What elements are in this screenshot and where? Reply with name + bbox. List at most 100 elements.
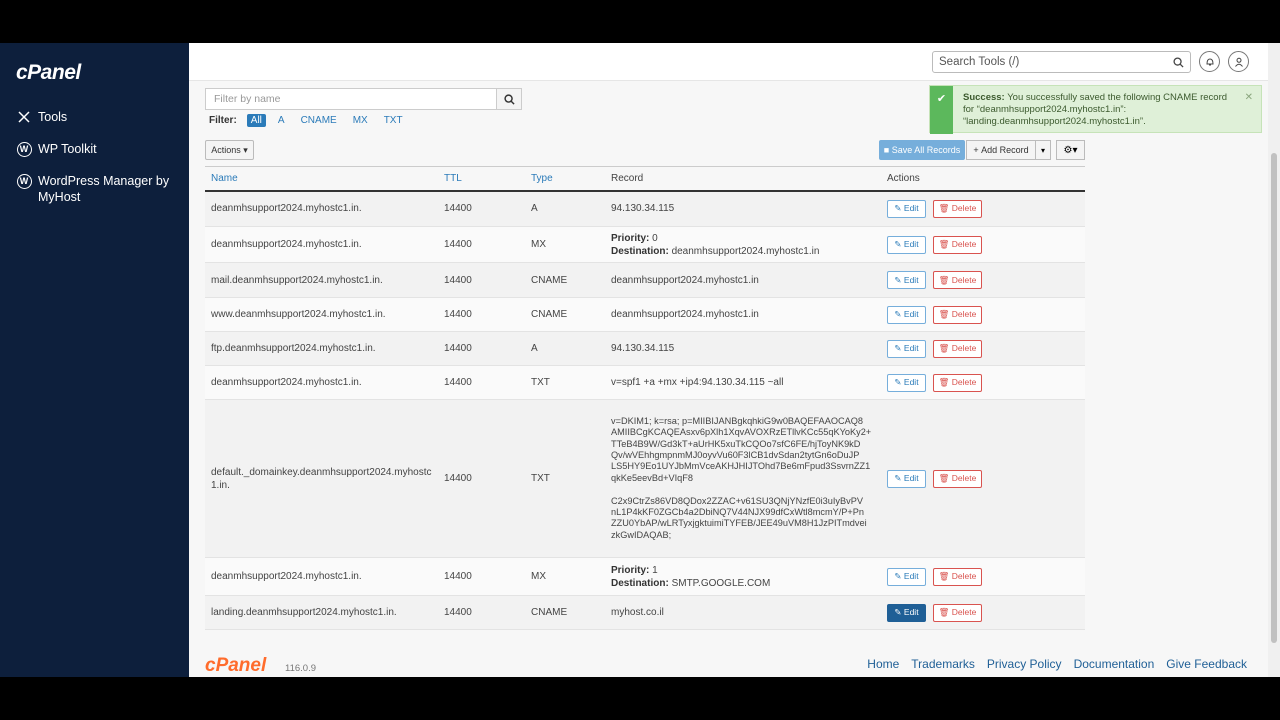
column-header-type[interactable]: Type (525, 166, 605, 192)
delete-button[interactable]: 🗑 Delete (933, 567, 982, 586)
record-ttl: 14400 (438, 399, 525, 558)
edit-button[interactable]: ✎ Edit (887, 235, 926, 254)
settings-gear-button[interactable]: ⚙▾ (1056, 140, 1085, 160)
record-name: mail.deanmhsupport2024.myhostc1.in. (205, 262, 438, 298)
footer-link-trademarks[interactable]: Trademarks (911, 657, 975, 671)
footer-cpanel-logo: cPanel (205, 655, 267, 676)
record-ttl: 14400 (438, 331, 525, 366)
priority-value: 0 (652, 232, 658, 244)
delete-button[interactable]: 🗑 Delete (933, 271, 982, 289)
delete-button[interactable]: 🗑 Delete (933, 199, 982, 218)
main-area: Search Tools (/) Filter by name Filter: … (189, 43, 1268, 677)
search-icon (503, 93, 515, 105)
footer-links: Home Trademarks Privacy Policy Documenta… (867, 657, 1247, 671)
edit-label: Edit (903, 607, 919, 617)
save-all-records-button[interactable]: ■ Save All Records (879, 140, 965, 160)
priority-value: 1 (652, 564, 658, 576)
priority-label: Priority: (611, 564, 650, 576)
row-actions: ✎ Edit 🗑 Delete (881, 190, 1085, 227)
row-actions: ✎ Edit 🗑 Delete (881, 399, 1085, 558)
delete-button[interactable]: 🗑 Delete (933, 235, 982, 254)
delete-label: Delete (951, 571, 977, 581)
record-ttl: 14400 (438, 365, 525, 400)
cpanel-window: cPanel Tools W WP Toolkit W WordPress Ma… (0, 43, 1280, 677)
footer-link-home[interactable]: Home (867, 657, 899, 671)
close-icon[interactable]: ✕ (1245, 92, 1253, 103)
table-row: www.deanmhsupport2024.myhostc1.in. 14400… (205, 297, 1085, 332)
delete-button[interactable]: 🗑 Delete (933, 305, 982, 324)
record-name: ftp.deanmhsupport2024.myhostc1.in. (205, 331, 438, 366)
record-ttl: 14400 (438, 262, 525, 298)
add-record-dropdown-button[interactable]: ▾ (1035, 140, 1051, 160)
filter-by-name-input[interactable]: Filter by name (205, 88, 497, 110)
table-row: deanmhsupport2024.myhostc1.in. 14400 MX … (205, 557, 1085, 596)
row-actions: ✎ Edit 🗑 Delete (881, 297, 1085, 332)
filter-chip-cname[interactable]: CNAME (297, 114, 341, 127)
edit-button[interactable]: ✎ Edit (887, 339, 926, 358)
delete-label: Delete (951, 377, 977, 387)
edit-label: Edit (903, 473, 919, 483)
sidebar-item-tools[interactable]: Tools (0, 105, 189, 129)
table-row: deanmhsupport2024.myhostc1.in. 14400 TXT… (205, 365, 1085, 400)
edit-label: Edit (903, 343, 919, 353)
edit-button[interactable]: ✎ Edit (887, 469, 926, 488)
delete-button[interactable]: 🗑 Delete (933, 373, 982, 392)
record-type: CNAME (525, 595, 605, 630)
sidebar-item-wordpress-manager[interactable]: W WordPress Manager by MyHost (0, 169, 189, 209)
vertical-scrollbar[interactable] (1268, 43, 1280, 677)
edit-button[interactable]: ✎ Edit (887, 567, 926, 586)
dkim-line: ZZU0YbAP/wLRTyxjgktuimiTYFEB/JEE49uVM8H1… (611, 518, 867, 529)
notifications-bell-icon[interactable] (1199, 51, 1220, 72)
footer-link-documentation[interactable]: Documentation (1074, 657, 1155, 671)
sidebar-item-label: Tools (38, 110, 68, 124)
record-name: deanmhsupport2024.myhostc1.in. (205, 190, 438, 227)
sidebar-item-wp-toolkit[interactable]: W WP Toolkit (0, 137, 189, 161)
cpanel-logo[interactable]: cPanel (16, 61, 81, 85)
search-tools-input[interactable]: Search Tools (/) (932, 51, 1191, 73)
edit-button[interactable]: ✎ Edit (887, 305, 926, 324)
record-type: MX (525, 557, 605, 596)
delete-button[interactable]: 🗑 Delete (933, 339, 982, 358)
caret-down-icon: ▾ (1040, 145, 1045, 155)
sidebar: cPanel Tools W WP Toolkit W WordPress Ma… (0, 43, 189, 677)
edit-button[interactable]: ✎ Edit (887, 373, 926, 392)
record-name: deanmhsupport2024.myhostc1.in. (205, 557, 438, 596)
delete-button[interactable]: 🗑 Delete (933, 469, 982, 488)
row-actions: ✎ Edit 🗑 Delete (881, 262, 1085, 298)
record-ttl: 14400 (438, 226, 525, 263)
record-type: CNAME (525, 297, 605, 332)
footer-link-give-feedback[interactable]: Give Feedback (1166, 657, 1247, 671)
edit-button[interactable]: ✎ Edit (887, 199, 926, 218)
column-header-ttl[interactable]: TTL (438, 166, 525, 192)
add-record-button[interactable]: + Add Record (966, 140, 1036, 160)
table-row: default._domainkey.deanmhsupport2024.myh… (205, 399, 1085, 558)
table-row: ftp.deanmhsupport2024.myhostc1.in. 14400… (205, 331, 1085, 366)
edit-button[interactable]: ✎ Edit (887, 603, 926, 622)
table-row: landing.deanmhsupport2024.myhostc1.in. 1… (205, 595, 1085, 630)
actions-dropdown-button[interactable]: Actions ▾ (205, 140, 254, 160)
row-actions: ✎ Edit 🗑 Delete (881, 331, 1085, 366)
record-value: deanmhsupport2024.myhostc1.in (605, 262, 881, 298)
user-account-icon[interactable] (1228, 51, 1249, 72)
edit-label: Edit (903, 203, 919, 214)
footer-link-privacy-policy[interactable]: Privacy Policy (987, 657, 1062, 671)
delete-label: Delete (951, 203, 977, 214)
dkim-line: TTeB4B9W/Gd3kT+aUrHK5xuTkCQOo7sfC6FE/hjT… (611, 438, 861, 449)
filter-chip-txt[interactable]: TXT (380, 114, 407, 127)
edit-button[interactable]: ✎ Edit (887, 271, 926, 289)
table-row: deanmhsupport2024.myhostc1.in. 14400 A 9… (205, 190, 1085, 227)
filter-search-button[interactable] (496, 88, 522, 110)
record-name: deanmhsupport2024.myhostc1.in. (205, 226, 438, 263)
filter-chip-mx[interactable]: MX (349, 114, 372, 127)
dkim-line: v=DKIM1; k=rsa; p=MIIBIJANBgkqhkiG9w0BAQ… (611, 415, 863, 426)
column-header-name[interactable]: Name (205, 166, 438, 192)
filter-chip-a[interactable]: A (274, 114, 289, 127)
delete-button[interactable]: 🗑 Delete (933, 603, 982, 622)
record-type: MX (525, 226, 605, 263)
filter-chip-all[interactable]: All (246, 114, 266, 127)
record-name: www.deanmhsupport2024.myhostc1.in. (205, 297, 438, 332)
record-ttl: 14400 (438, 297, 525, 332)
filter-label: Filter: (209, 115, 237, 126)
scrollbar-thumb[interactable] (1271, 153, 1277, 643)
edit-label: Edit (903, 377, 919, 387)
